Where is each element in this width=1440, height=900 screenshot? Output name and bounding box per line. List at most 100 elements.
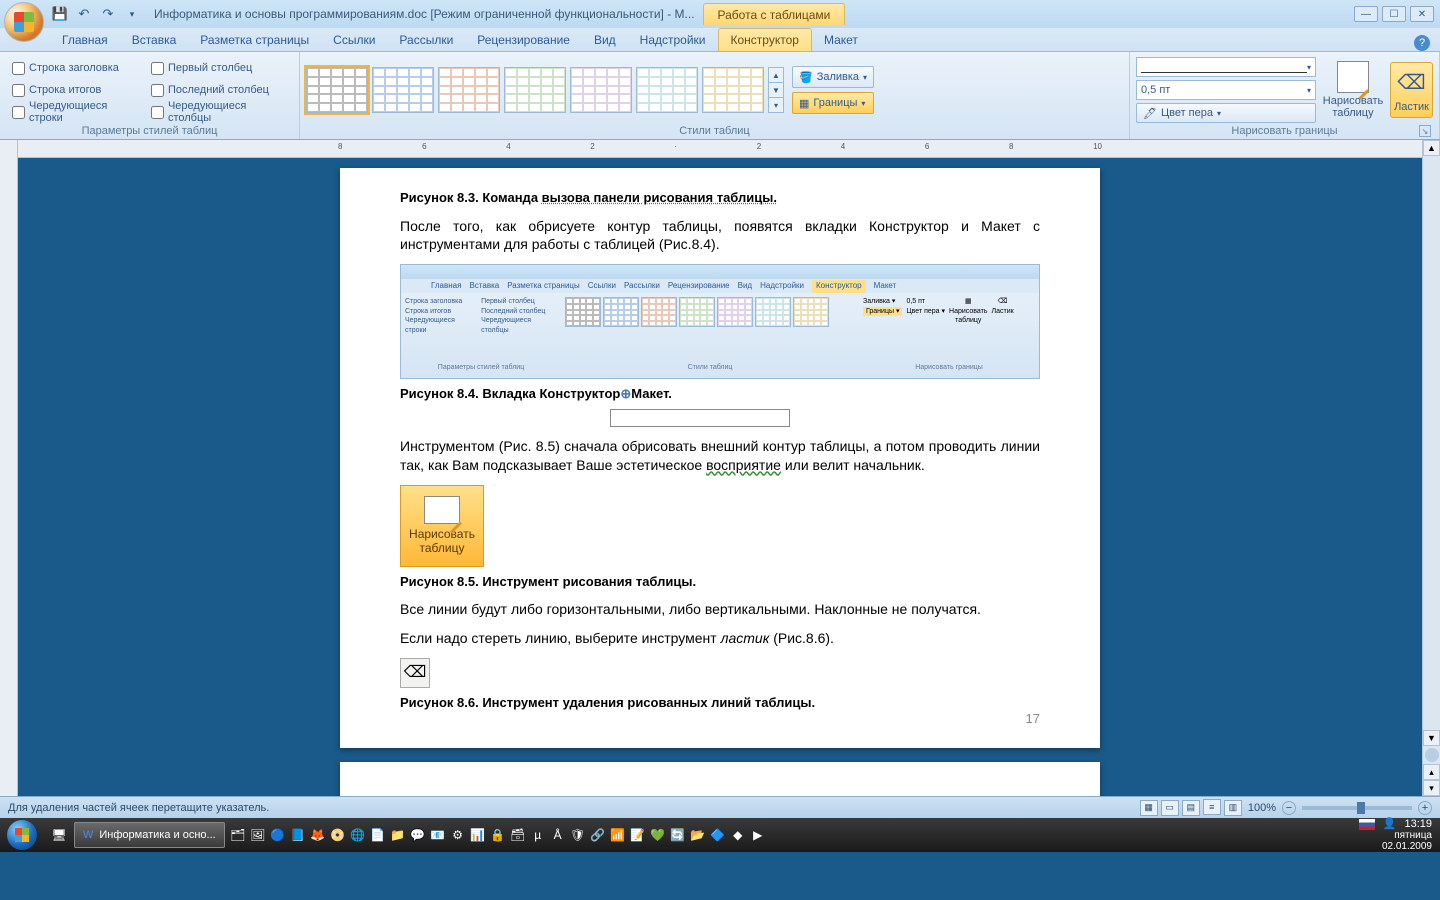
zoom-value[interactable]: 100%	[1248, 802, 1276, 814]
check-last-col[interactable]: Последний столбец	[151, 80, 287, 100]
undo-icon[interactable]: ↶	[74, 4, 94, 24]
redo-icon[interactable]: ↷	[98, 4, 118, 24]
tab-mailings[interactable]: Рассылки	[387, 29, 465, 51]
minimize-button[interactable]: —	[1354, 6, 1378, 22]
ql-icon[interactable]: 📶	[609, 826, 627, 844]
browse-object-icon[interactable]	[1425, 748, 1439, 762]
ql-icon[interactable]: µ	[529, 826, 547, 844]
ql-icon[interactable]: 🔗	[589, 826, 607, 844]
ql-icon[interactable]: 📄	[369, 826, 387, 844]
ql-icon[interactable]: 📊	[469, 826, 487, 844]
table-style-thumb[interactable]	[570, 67, 632, 113]
ql-icon[interactable]: 💬	[409, 826, 427, 844]
tab-home[interactable]: Главная	[50, 29, 120, 51]
ql-icon[interactable]: 🔵	[269, 826, 287, 844]
ql-icon[interactable]: 🔄	[669, 826, 687, 844]
ql-icon[interactable]: 🗂	[229, 826, 247, 844]
taskbar-item-word[interactable]: W Информатика и осно...	[74, 822, 225, 848]
table-style-thumb[interactable]	[504, 67, 566, 113]
document-viewport[interactable]: Рисунок 8.3. Команда вызова панели рисов…	[18, 158, 1422, 796]
document-page[interactable]: Рисунок 8.3. Команда вызова панели рисов…	[340, 168, 1100, 748]
view-outline-icon[interactable]: ≡	[1203, 799, 1221, 815]
shading-button[interactable]: 🪣Заливка▾	[792, 66, 874, 88]
tab-references[interactable]: Ссылки	[321, 29, 387, 51]
gallery-down-icon[interactable]: ▼	[769, 83, 783, 98]
ql-icon[interactable]: ◆	[729, 826, 747, 844]
tray-lang-icon[interactable]	[1359, 819, 1375, 830]
next-page-icon[interactable]: ▾	[1423, 780, 1440, 796]
zoom-out-button[interactable]: −	[1282, 801, 1296, 815]
zoom-in-button[interactable]: +	[1418, 801, 1432, 815]
help-icon[interactable]: ?	[1414, 35, 1430, 51]
table-cell-frame[interactable]	[610, 409, 790, 427]
ql-icon[interactable]: 🛡	[569, 826, 587, 844]
ql-icon[interactable]: 🔷	[709, 826, 727, 844]
gallery-more-icon[interactable]: ▾	[769, 98, 783, 112]
check-banded-rows[interactable]: Чередующиеся строки	[12, 102, 139, 122]
view-draft-icon[interactable]: ▥	[1224, 800, 1242, 816]
table-style-thumb[interactable]	[372, 67, 434, 113]
table-style-thumb[interactable]	[702, 67, 764, 113]
tray-icon[interactable]: 👤	[1383, 818, 1397, 830]
ql-icon[interactable]: ⚙	[449, 826, 467, 844]
ql-icon[interactable]: 🖥	[50, 826, 68, 844]
ql-icon[interactable]: 🗃	[509, 826, 527, 844]
ql-icon[interactable]: 🖼	[249, 826, 267, 844]
ql-icon[interactable]: 📁	[389, 826, 407, 844]
draw-table-button[interactable]: Нарисовать таблицу	[1324, 57, 1382, 123]
tab-design[interactable]: Конструктор	[718, 28, 812, 51]
document-page-next[interactable]	[340, 762, 1100, 796]
view-print-layout-icon[interactable]: ▦	[1140, 800, 1158, 816]
table-style-thumb[interactable]	[438, 67, 500, 113]
tab-view[interactable]: Вид	[582, 29, 628, 51]
vertical-scrollbar[interactable]: ▲ ▼ ▴ ▾	[1422, 140, 1440, 796]
table-style-thumb[interactable]	[306, 67, 368, 113]
word-icon: W	[83, 829, 93, 841]
line-style-combo[interactable]: ▾	[1136, 57, 1316, 77]
ql-icon[interactable]: 💚	[649, 826, 667, 844]
line-weight-combo[interactable]: 0,5 пт▾	[1136, 80, 1316, 100]
scroll-up-icon[interactable]: ▲	[1423, 140, 1440, 156]
table-styles-gallery[interactable]: ▲ ▼ ▾	[306, 67, 784, 113]
view-web-icon[interactable]: ▤	[1182, 800, 1200, 816]
ql-icon[interactable]: 🌐	[349, 826, 367, 844]
check-first-col[interactable]: Первый столбец	[151, 58, 287, 78]
table-style-thumb[interactable]	[636, 67, 698, 113]
zoom-slider[interactable]	[1302, 806, 1412, 810]
office-button[interactable]	[4, 2, 44, 42]
ql-icon[interactable]: 🦊	[309, 826, 327, 844]
tab-review[interactable]: Рецензирование	[465, 29, 582, 51]
scroll-down-icon[interactable]: ▼	[1423, 730, 1440, 746]
ql-icon[interactable]: ▶	[749, 826, 767, 844]
ql-icon[interactable]: 📘	[289, 826, 307, 844]
tab-addins[interactable]: Надстройки	[628, 29, 718, 51]
save-icon[interactable]: 💾	[50, 4, 70, 24]
tray-time[interactable]: 13:19	[1404, 818, 1432, 830]
check-header-row[interactable]: Строка заголовка	[12, 58, 139, 78]
horizontal-ruler[interactable]: 8642·246810	[18, 140, 1422, 158]
ql-icon[interactable]: 📝	[629, 826, 647, 844]
check-banded-cols[interactable]: Чередующиеся столбцы	[151, 102, 287, 122]
group-launcher-icon[interactable]: ↘	[1419, 125, 1431, 137]
start-button[interactable]	[0, 818, 44, 852]
ql-icon[interactable]: 🔒	[489, 826, 507, 844]
ql-icon[interactable]: Å	[549, 826, 567, 844]
qat-more-icon[interactable]: ▾	[122, 4, 142, 24]
tab-insert[interactable]: Вставка	[120, 29, 189, 51]
tab-layout[interactable]: Макет	[812, 29, 870, 51]
ql-icon[interactable]: 📂	[689, 826, 707, 844]
check-total-row[interactable]: Строка итогов	[12, 80, 139, 100]
ql-icon[interactable]: 📀	[329, 826, 347, 844]
pen-color-button[interactable]: 🖊Цвет пера▾	[1136, 103, 1316, 123]
prev-page-icon[interactable]: ▴	[1423, 764, 1440, 780]
maximize-button[interactable]: ☐	[1382, 6, 1406, 22]
vertical-ruler[interactable]	[0, 140, 18, 796]
gallery-up-icon[interactable]: ▲	[769, 68, 783, 83]
ql-icon[interactable]: 📧	[429, 826, 447, 844]
eraser-button[interactable]: ⌫ Ластик	[1390, 62, 1433, 118]
borders-button[interactable]: ▦Границы▾	[792, 92, 874, 114]
tab-page-layout[interactable]: Разметка страницы	[188, 29, 321, 51]
view-reading-icon[interactable]: ▭	[1161, 800, 1179, 816]
close-button[interactable]: ✕	[1410, 6, 1434, 22]
system-tray[interactable]: 👤 13:19 пятница 02.01.2009	[1351, 816, 1440, 854]
